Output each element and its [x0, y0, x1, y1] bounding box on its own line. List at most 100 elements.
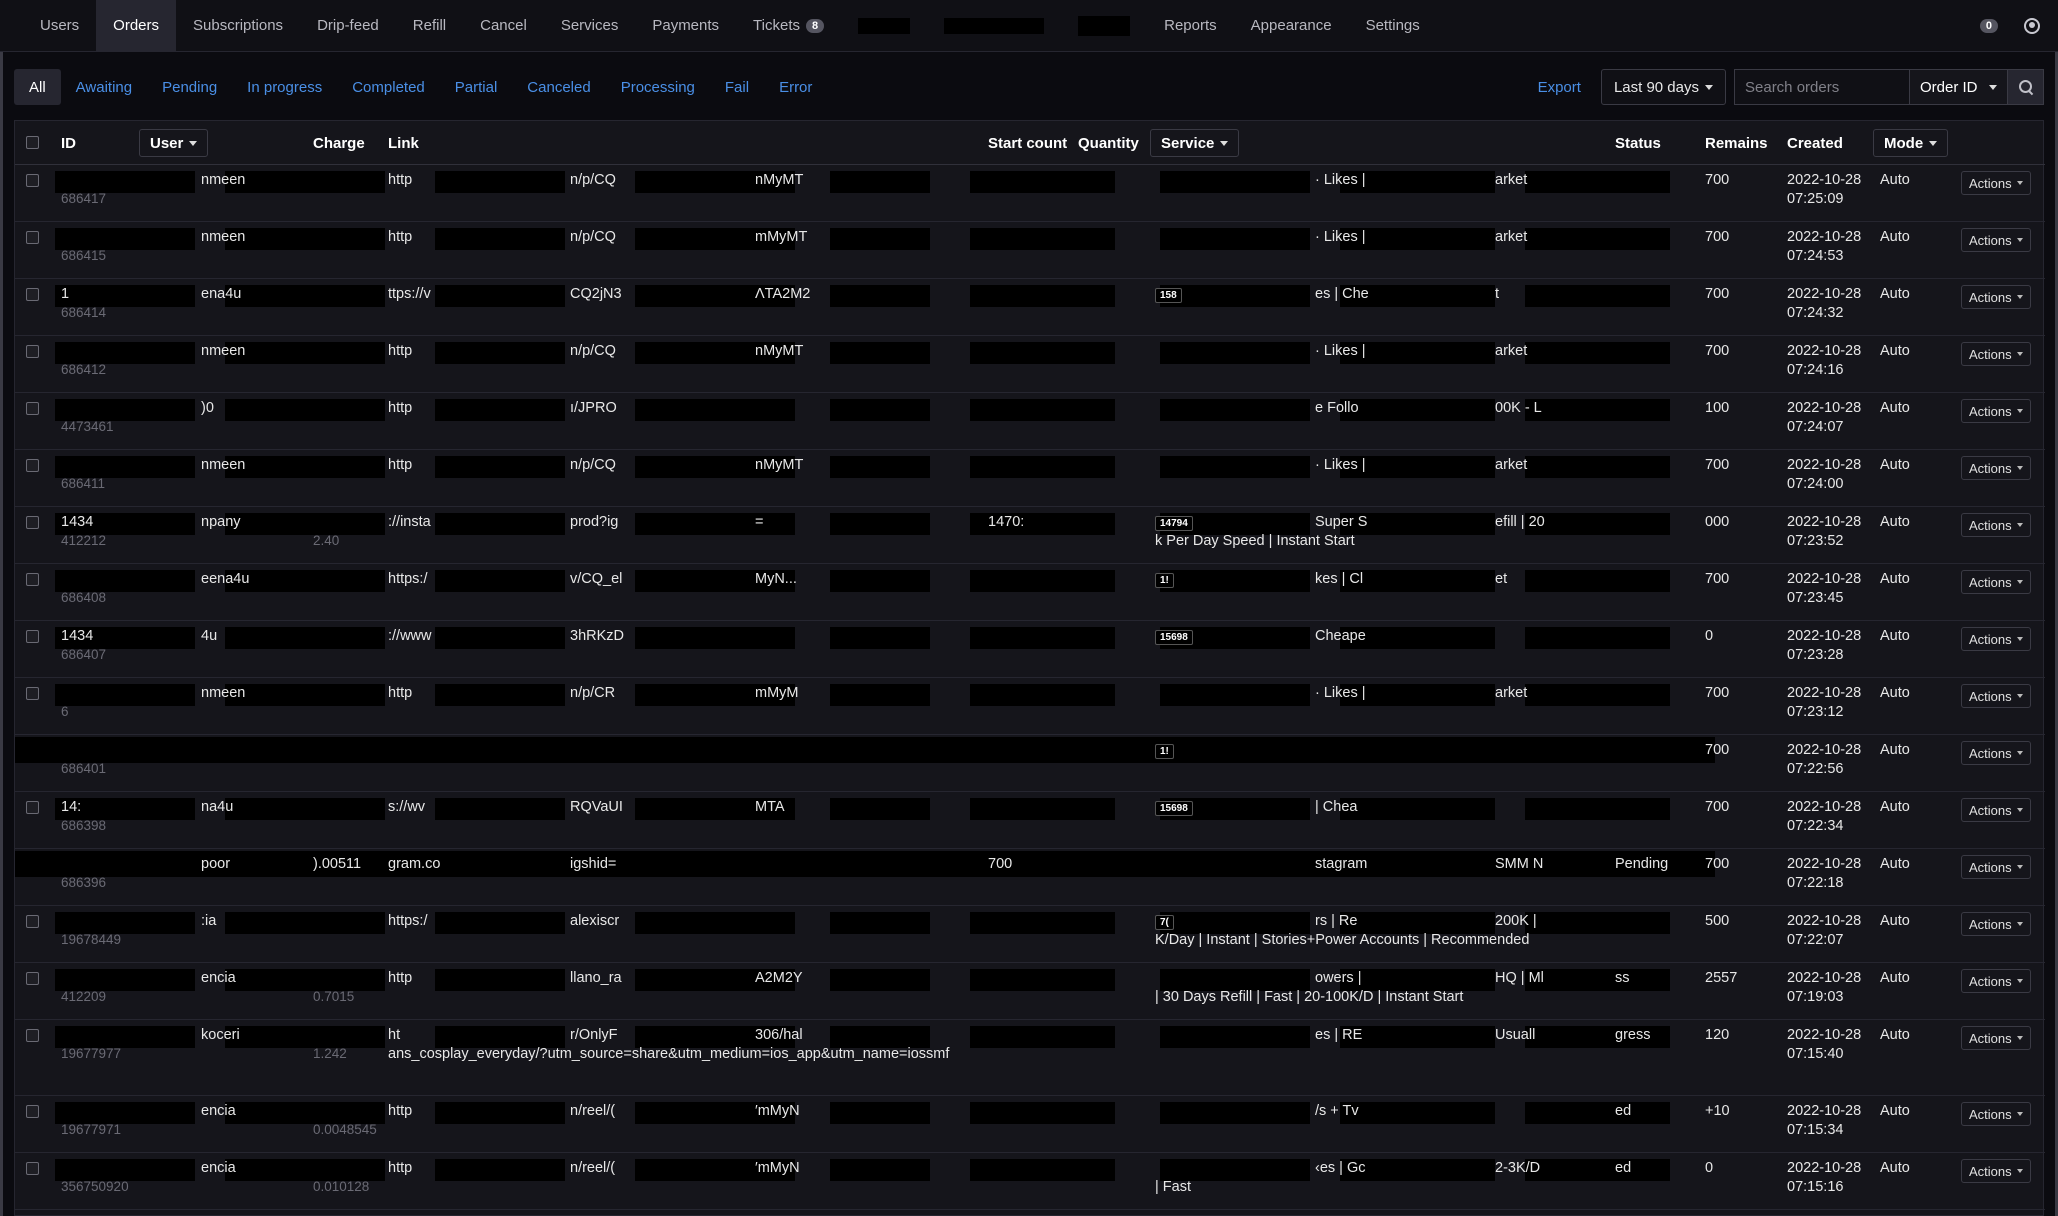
export-link[interactable]: Export: [1538, 79, 1581, 96]
row-actions-button[interactable]: Actions: [1961, 912, 2031, 936]
table-row[interactable]: 19678449:ia https:/ alexiscr 7(rs | Re 200K …: [15, 906, 2045, 963]
row-actions-button[interactable]: Actions: [1961, 855, 2031, 879]
nav-users[interactable]: Users: [0, 0, 96, 52]
row-select-checkbox[interactable]: [26, 459, 39, 472]
redaction-block: [225, 399, 385, 421]
filter-partial[interactable]: Partial: [440, 69, 513, 105]
nav-appearance[interactable]: Appearance: [1234, 0, 1349, 52]
row-actions-button[interactable]: Actions: [1961, 798, 2031, 822]
redaction-block: [830, 684, 930, 706]
filter-error[interactable]: Error: [764, 69, 827, 105]
table-row[interactable]: 686411 nmeen http n/p/CQ nMyMT · Likes | arket…: [15, 450, 2045, 507]
table-row[interactable]: 19677971 encia 0.0048545 http n/reel/(′mMyN /…: [15, 1096, 2045, 1153]
search-button[interactable]: [2008, 69, 2044, 105]
nav-drip-feed[interactable]: Drip-feed: [300, 0, 396, 52]
row-select-checkbox[interactable]: [26, 345, 39, 358]
date-range-dropdown[interactable]: Last 90 days: [1600, 69, 1726, 105]
row-actions-button[interactable]: Actions: [1961, 342, 2031, 366]
nav-redacted-3[interactable]: [1061, 0, 1147, 52]
header-service-dropdown[interactable]: Service: [1150, 129, 1240, 157]
nav-refill[interactable]: Refill: [396, 0, 463, 52]
row-actions-button[interactable]: Actions: [1961, 684, 2031, 708]
row-select-checkbox[interactable]: [26, 402, 39, 415]
filter-pending[interactable]: Pending: [147, 69, 232, 105]
row-actions-button[interactable]: Actions: [1961, 627, 2031, 651]
nav-subscriptions[interactable]: Subscriptions: [176, 0, 300, 52]
table-row[interactable]: 686412 nmeen http n/p/CQ nMyMT · Likes | arket…: [15, 336, 2045, 393]
filter-processing[interactable]: Processing: [606, 69, 710, 105]
table-row[interactable]: 1434 412212 npany 2.40://insta prod?ig = 1470:…: [15, 507, 2045, 564]
row-actions-button[interactable]: Actions: [1961, 513, 2031, 537]
table-row[interactable]: 686408 eena4u https:/ v/CQ_el MyN... 1! kes | …: [15, 564, 2045, 621]
nav-reports[interactable]: Reports: [1147, 0, 1234, 52]
header-id[interactable]: ID: [61, 121, 76, 165]
row-select-checkbox[interactable]: [26, 573, 39, 586]
row-actions-button[interactable]: Actions: [1961, 399, 2031, 423]
filter-awaiting[interactable]: Awaiting: [61, 69, 147, 105]
table-row[interactable]: 686417 nmeen http n/p/CQ nMyMT · Likes | arket…: [15, 165, 2045, 222]
nav-redacted-1[interactable]: [841, 0, 927, 52]
row-select-checkbox[interactable]: [26, 288, 39, 301]
redaction-block: [435, 228, 565, 250]
search-orders-input[interactable]: [1734, 69, 1910, 105]
row-actions-button[interactable]: Actions: [1961, 1159, 2031, 1183]
row-select-checkbox[interactable]: [26, 915, 39, 928]
row-actions-button[interactable]: Actions: [1961, 741, 2031, 765]
filter-in-progress[interactable]: In progress: [232, 69, 337, 105]
nav-settings[interactable]: Settings: [1349, 0, 1437, 52]
row-select-checkbox[interactable]: [26, 630, 39, 643]
header-user-dropdown[interactable]: User: [139, 129, 209, 157]
table-row[interactable]: 6 nmeen http n/p/CR mMyM · Likes | arket 700 202…: [15, 678, 2045, 735]
redaction-block: [970, 912, 1115, 934]
table-row[interactable]: 686415 nmeen http n/p/CQ mMyMT · Likes | arket…: [15, 222, 2045, 279]
order-link: http: [388, 457, 413, 473]
select-all-checkbox[interactable]: [26, 136, 39, 149]
row-select-checkbox[interactable]: [26, 1029, 39, 1042]
order-id: 19677971: [61, 1122, 122, 1137]
filter-canceled[interactable]: Canceled: [512, 69, 605, 105]
table-row[interactable]: 356750920 encia 0.010128 http n/reel/(′mMyN ‹…: [15, 1153, 2045, 1210]
table-row[interactable]: 686401 1! 700 2022-10-28 07:22:56 Auto Actions: [15, 735, 2045, 792]
search-field-select[interactable]: Order ID: [1910, 69, 2008, 105]
created-time: 07:22:34: [1787, 818, 1844, 834]
user-account-icon[interactable]: [2024, 17, 2040, 34]
filter-fail[interactable]: Fail: [710, 69, 764, 105]
row-actions-button[interactable]: Actions: [1961, 1026, 2031, 1050]
table-row[interactable]: 686396 poor).00511 gram.co igshid= 700 stagra…: [15, 849, 2045, 906]
table-row[interactable]: 412209 encia 0.7015 http llano_ra A2M2Y owers …: [15, 963, 2045, 1020]
nav-services[interactable]: Services: [544, 0, 636, 52]
row-select-checkbox[interactable]: [26, 231, 39, 244]
notification-count-badge[interactable]: 0: [1979, 18, 1998, 33]
row-actions-button[interactable]: Actions: [1961, 570, 2031, 594]
nav-tickets[interactable]: Tickets 8: [736, 0, 841, 52]
table-row[interactable]: 1 686414 ena4u ttps://v CQ2jN3 ΛTA2M2 158 es | …: [15, 279, 2045, 336]
nav-payments[interactable]: Payments: [635, 0, 736, 52]
row-select-checkbox[interactable]: [26, 1162, 39, 1175]
redaction-block: [970, 627, 1115, 649]
row-actions-button[interactable]: Actions: [1961, 171, 2031, 195]
table-row[interactable]: 14: 686398 na4u s://wv RQVaUI MTA 15698 | Chea 7…: [15, 792, 2045, 849]
nav-orders[interactable]: Orders: [96, 0, 177, 52]
row-select-checkbox[interactable]: [26, 687, 39, 700]
row-select-checkbox[interactable]: [26, 972, 39, 985]
row-select-checkbox[interactable]: [26, 801, 39, 814]
nav-cancel[interactable]: Cancel: [463, 0, 544, 52]
filter-all[interactable]: All: [14, 69, 61, 105]
table-row[interactable]: 1434 686407 4u://www 3hRKzD 15698 Cheape 0 2022…: [15, 621, 2045, 678]
row-actions-button[interactable]: Actions: [1961, 285, 2031, 309]
row-actions-button[interactable]: Actions: [1961, 969, 2031, 993]
table-row[interactable]: 4473461)0 http ı/JPRO e Follo 00K - L 100 2022…: [15, 393, 2045, 450]
service-name-continued: | Fast: [1155, 1179, 1191, 1195]
row-select-checkbox[interactable]: [26, 174, 39, 187]
nav-redacted-2[interactable]: [927, 0, 1061, 52]
table-row[interactable]: 19677977 koceri 1.242 ht r/OnlyF 306/hal ans_c…: [15, 1020, 2045, 1096]
row-actions-button[interactable]: Actions: [1961, 456, 2031, 480]
row-actions-button[interactable]: Actions: [1961, 228, 2031, 252]
service-name-part: arket: [1495, 172, 1528, 188]
row-actions-button[interactable]: Actions: [1961, 1102, 2031, 1126]
row-select-checkbox[interactable]: [26, 516, 39, 529]
filter-completed[interactable]: Completed: [337, 69, 440, 105]
header-mode-dropdown[interactable]: Mode: [1873, 129, 1949, 157]
order-id: 19678449: [61, 932, 122, 947]
row-select-checkbox[interactable]: [26, 1105, 39, 1118]
